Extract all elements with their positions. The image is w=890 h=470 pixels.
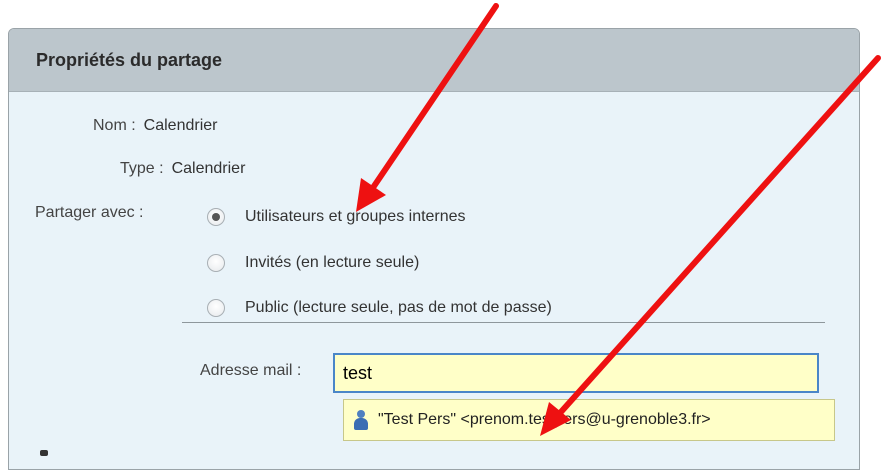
- type-row: Type : Calendrier: [120, 160, 245, 178]
- share-option-public[interactable]: Public (lecture seule, pas de mot de pas…: [207, 299, 552, 317]
- name-row: Nom : Calendrier: [93, 117, 217, 135]
- email-label-row: Adresse mail :: [200, 362, 301, 380]
- name-label: Nom :: [93, 117, 136, 134]
- share-option-guests[interactable]: Invités (en lecture seule): [207, 254, 419, 272]
- share-with-label-row: Partager avec :: [35, 204, 144, 222]
- autocomplete-suggestion[interactable]: "Test Pers" <prenom.testpers@u-grenoble3…: [343, 399, 835, 441]
- type-label: Type :: [120, 160, 164, 177]
- type-value: Calendrier: [171, 160, 246, 177]
- email-label: Adresse mail :: [200, 362, 302, 379]
- radio-button[interactable]: [207, 299, 225, 317]
- radio-button[interactable]: [207, 254, 225, 272]
- user-icon: [352, 408, 370, 432]
- share-with-label: Partager avec :: [35, 204, 144, 221]
- email-input[interactable]: [333, 353, 819, 393]
- name-value: Calendrier: [143, 117, 218, 134]
- dialog-title: Propriétés du partage: [36, 49, 223, 70]
- radio-button-selected[interactable]: [207, 208, 225, 226]
- share-option-guests-label: Invités (en lecture seule): [245, 254, 420, 271]
- share-option-public-label: Public (lecture seule, pas de mot de pas…: [245, 299, 552, 316]
- dialog-titlebar: Propriétés du partage: [9, 29, 859, 92]
- share-option-internal[interactable]: Utilisateurs et groupes internes: [207, 208, 466, 226]
- share-option-internal-label: Utilisateurs et groupes internes: [245, 208, 466, 225]
- suggestion-text: "Test Pers" <prenom.testpers@u-grenoble3…: [378, 411, 711, 428]
- cropped-glyph: [40, 450, 48, 456]
- section-divider: [182, 322, 825, 323]
